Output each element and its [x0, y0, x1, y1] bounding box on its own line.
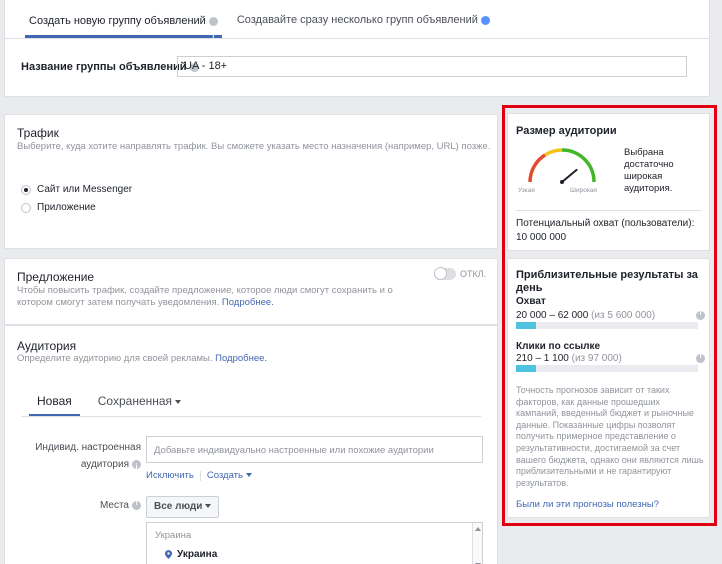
places-list[interactable]: Украина Украина — [146, 522, 483, 564]
radio-website-or-messenger[interactable]: Сайт или Messenger — [21, 184, 132, 195]
custom-audience-input[interactable]: Добавьте индивидуально настроенные или п… — [146, 436, 483, 463]
radio-button[interactable] — [21, 184, 31, 195]
divider — [5, 38, 709, 39]
custom-audience-label: Индивид. настроенная аудитория — [25, 439, 141, 476]
offer-more-link[interactable]: Подробнее. — [222, 297, 274, 308]
create-link[interactable]: Создать — [207, 470, 252, 481]
caret-down-icon — [175, 399, 182, 404]
offer-toggle[interactable]: ОТКЛ. — [434, 267, 487, 280]
ad-set-name-input[interactable]: UA - 18+ — [177, 56, 687, 77]
info-icon[interactable] — [132, 459, 141, 476]
places-scrollbar[interactable] — [472, 523, 482, 564]
offer-card: Предложение ОТКЛ. Чтобы повысить трафик,… — [4, 258, 498, 325]
traffic-card: Трафик Выберите, куда хотите направлять … — [4, 114, 498, 249]
caret-down-icon — [205, 504, 212, 509]
radio-app[interactable]: Приложение — [21, 202, 96, 213]
scroll-up-icon[interactable] — [475, 527, 481, 531]
audience-description: Определите аудиторию для своей рекламы. … — [17, 353, 268, 364]
ad-set-name-label: Название группы объявлений — [21, 61, 199, 73]
tab-new-audience[interactable]: Новая — [29, 386, 80, 416]
toggle-track[interactable] — [434, 267, 456, 280]
creation-tabs: Создать новую группу объявлений Создавай… — [25, 0, 505, 58]
highlight-frame — [502, 105, 717, 526]
places-label: Места — [25, 500, 141, 511]
audience-card: Аудитория Определите аудиторию для своей… — [4, 325, 498, 564]
tab-saved-audience[interactable]: Сохраненная — [98, 386, 182, 416]
ad-set-name-card: Создать новую группу объявлений Создавай… — [4, 0, 710, 97]
radio-button[interactable] — [21, 202, 31, 213]
custom-audience-actions: Исключить Создать — [146, 470, 252, 481]
caret-down-icon — [245, 473, 252, 478]
audience-title: Аудитория — [17, 339, 77, 353]
places-country-item[interactable]: Украина — [165, 549, 217, 560]
audience-more-link[interactable]: Подробнее. — [215, 353, 267, 364]
location-pin-icon — [165, 550, 172, 559]
toggle-label: ОТКЛ. — [460, 269, 487, 279]
audience-tabs: Новая Сохраненная — [29, 386, 199, 416]
tab-create-new-ad-set[interactable]: Создать новую группу объявлений — [25, 0, 222, 58]
info-icon[interactable] — [208, 16, 218, 58]
info-icon[interactable] — [132, 500, 141, 510]
places-region-label: Украина — [155, 530, 192, 541]
separator — [199, 470, 201, 481]
offer-description: Чтобы повысить трафик, создайте предложе… — [17, 285, 393, 308]
offer-title: Предложение — [17, 270, 95, 284]
traffic-title: Трафик — [17, 126, 59, 140]
divider — [21, 416, 481, 417]
toggle-knob — [434, 267, 447, 280]
info-icon[interactable] — [480, 15, 490, 55]
tab-create-multiple-ad-sets[interactable]: Создавайте сразу несколько групп объявле… — [237, 0, 490, 55]
traffic-description: Выберите, куда хотите направлять трафик.… — [17, 141, 491, 152]
places-dropdown-button[interactable]: Все люди — [146, 496, 220, 518]
exclude-link[interactable]: Исключить — [146, 470, 194, 481]
